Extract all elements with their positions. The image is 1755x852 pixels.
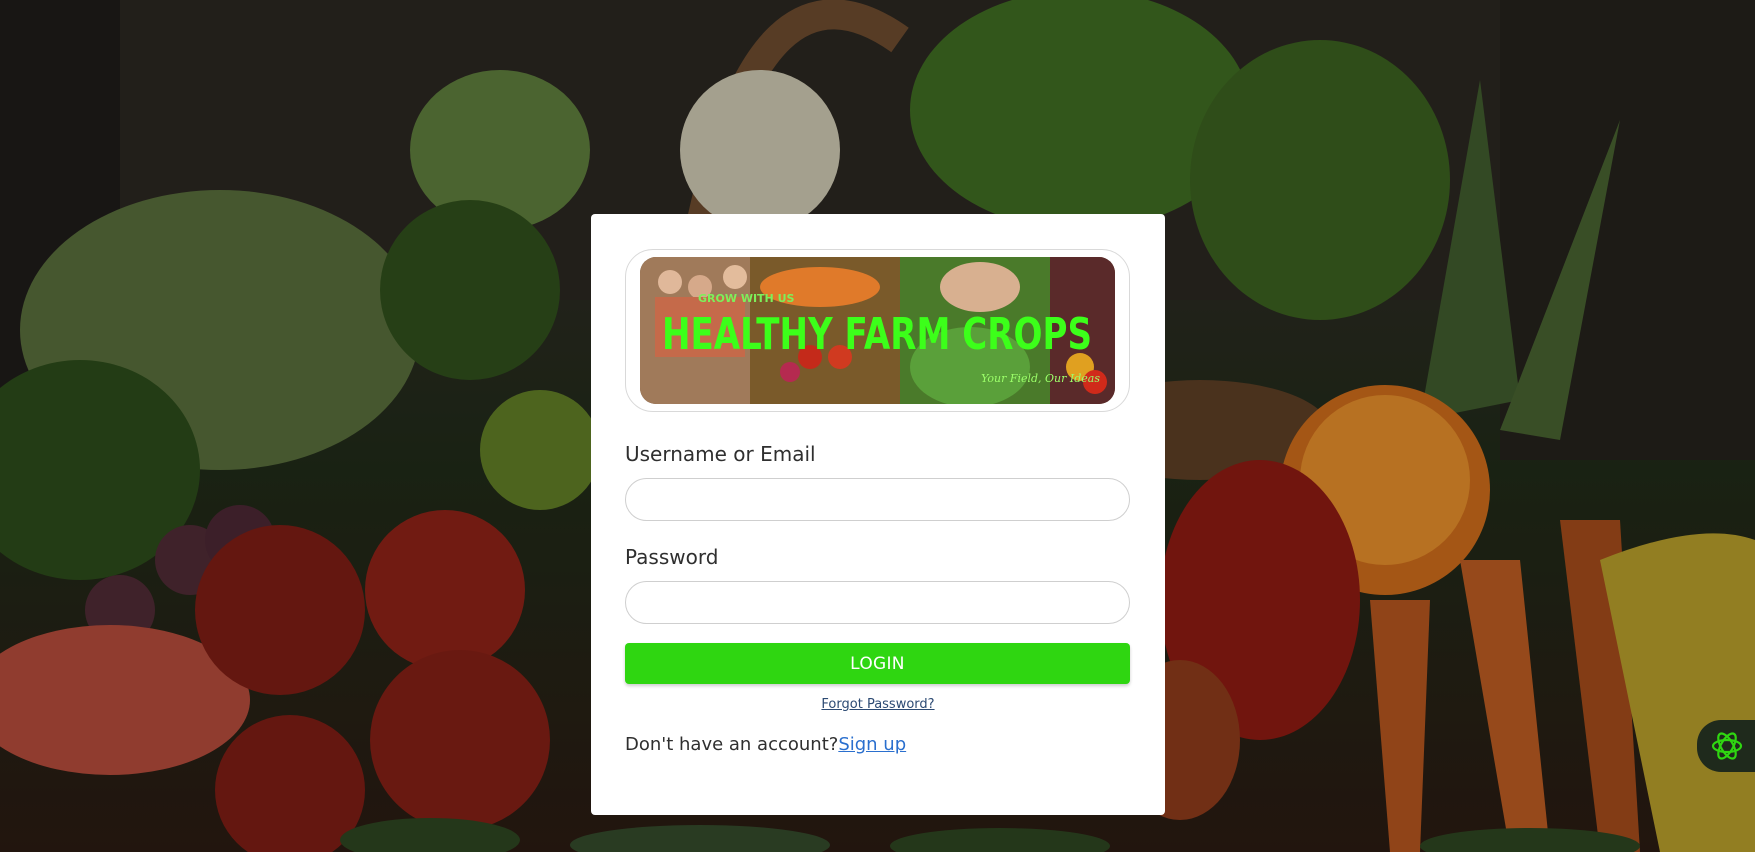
brand-banner: GROW WITH US HEALTHY FARM CROPS Your Fie…	[640, 257, 1115, 404]
ai-assistant-icon	[1711, 732, 1743, 760]
banner-subtitle: Your Field, Our Ideas	[981, 372, 1100, 385]
sign-up-link[interactable]: Sign up	[838, 734, 906, 755]
username-label: Username or Email	[625, 442, 816, 466]
forgot-password-link[interactable]: Forgot Password?	[625, 697, 1131, 712]
username-input[interactable]	[625, 478, 1130, 521]
ai-assistant-button[interactable]	[1697, 720, 1755, 772]
banner-tagline: GROW WITH US	[698, 292, 795, 305]
no-account-text: Don't have an account?	[625, 734, 839, 755]
password-input[interactable]	[625, 581, 1130, 624]
signup-row: Don't have an account?Sign up	[625, 734, 1131, 755]
banner-title: HEALTHY FARM CROPS	[662, 309, 1092, 360]
login-card: GROW WITH US HEALTHY FARM CROPS Your Fie…	[591, 214, 1165, 815]
password-label: Password	[625, 545, 719, 569]
banner-frame: GROW WITH US HEALTHY FARM CROPS Your Fie…	[625, 249, 1130, 412]
login-button[interactable]: LOGIN	[625, 643, 1130, 684]
